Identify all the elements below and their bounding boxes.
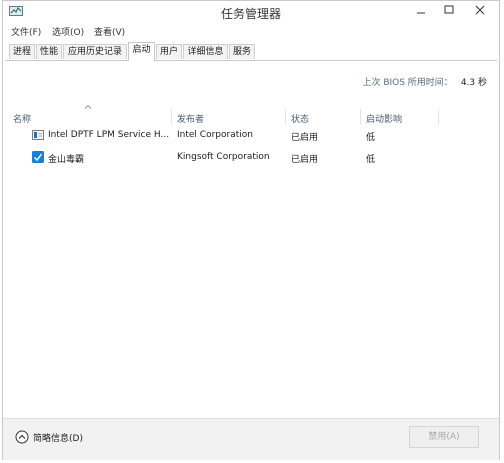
tab-app-history[interactable]: 应用历史记录 (63, 44, 127, 59)
tab-details[interactable]: 详细信息 (183, 44, 228, 59)
boot-time-label: 上次 BIOS 所用时间： (362, 78, 453, 88)
column-header-status[interactable]: 状态 (291, 112, 309, 125)
tab-services[interactable]: 服务 (229, 44, 255, 59)
column-divider[interactable] (285, 109, 286, 125)
close-button[interactable] (463, 1, 497, 19)
boot-time: 上次 BIOS 所用时间： 4.3 秒 (362, 75, 487, 88)
row-status: 已启用 (291, 155, 319, 165)
row-impact: 低 (366, 133, 376, 143)
fewer-details-link[interactable]: 简略信息(D) (33, 431, 83, 444)
row-name: Intel DPTF LPM Service H... (48, 130, 170, 140)
column-divider[interactable] (360, 109, 361, 125)
row-status: 已启用 (291, 133, 319, 143)
column-divider[interactable] (171, 109, 172, 125)
menu-file[interactable]: 文件(F) (11, 25, 41, 38)
menu-bar: 文件(F) 选项(O) 查看(V) (3, 25, 499, 39)
minimize-icon (417, 12, 425, 14)
footer-bar: 简略信息(D) 禁用(A) (3, 418, 499, 460)
tab-strip: 进程 性能 应用历史记录 启动 用户 详细信息 服务 (5, 42, 497, 61)
task-manager-window: 任务管理器 文件(F) 选项(O) 查看(V) 进程 性能 应用历史记录 启动 … (2, 0, 500, 460)
table-header: 名称 发布者 状态 启动影响 (5, 109, 497, 125)
maximize-icon (444, 5, 454, 14)
service-app-icon (32, 130, 44, 140)
tab-users[interactable]: 用户 (156, 44, 182, 59)
row-publisher: Intel Corporation (177, 130, 253, 140)
maximize-button[interactable] (435, 1, 463, 19)
column-header-publisher[interactable]: 发布者 (177, 112, 204, 125)
table-row[interactable]: Intel DPTF LPM Service H... Intel Corpor… (5, 126, 497, 146)
menu-view[interactable]: 查看(V) (94, 25, 125, 38)
kingsoft-antivirus-icon (32, 151, 44, 163)
tab-startup[interactable]: 启动 (128, 42, 155, 61)
minimize-button[interactable] (407, 1, 435, 19)
tab-processes[interactable]: 进程 (9, 44, 35, 59)
row-impact: 低 (366, 155, 376, 165)
close-icon (475, 5, 485, 15)
table-row[interactable]: 金山毒霸 Kingsoft Corporation 已启用 低 (5, 148, 497, 168)
tab-performance[interactable]: 性能 (36, 44, 62, 59)
column-header-impact[interactable]: 启动影响 (366, 112, 402, 125)
chevron-up-icon[interactable] (15, 430, 29, 444)
title-bar[interactable]: 任务管理器 (3, 1, 499, 23)
disable-button[interactable]: 禁用(A) (409, 426, 479, 448)
row-name: 金山毒霸 (48, 155, 85, 165)
column-header-name[interactable]: 名称 (13, 112, 31, 125)
row-publisher: Kingsoft Corporation (177, 152, 270, 162)
column-divider[interactable] (438, 109, 439, 125)
menu-options[interactable]: 选项(O) (52, 25, 84, 38)
boot-time-value: 4.3 秒 (460, 78, 487, 88)
